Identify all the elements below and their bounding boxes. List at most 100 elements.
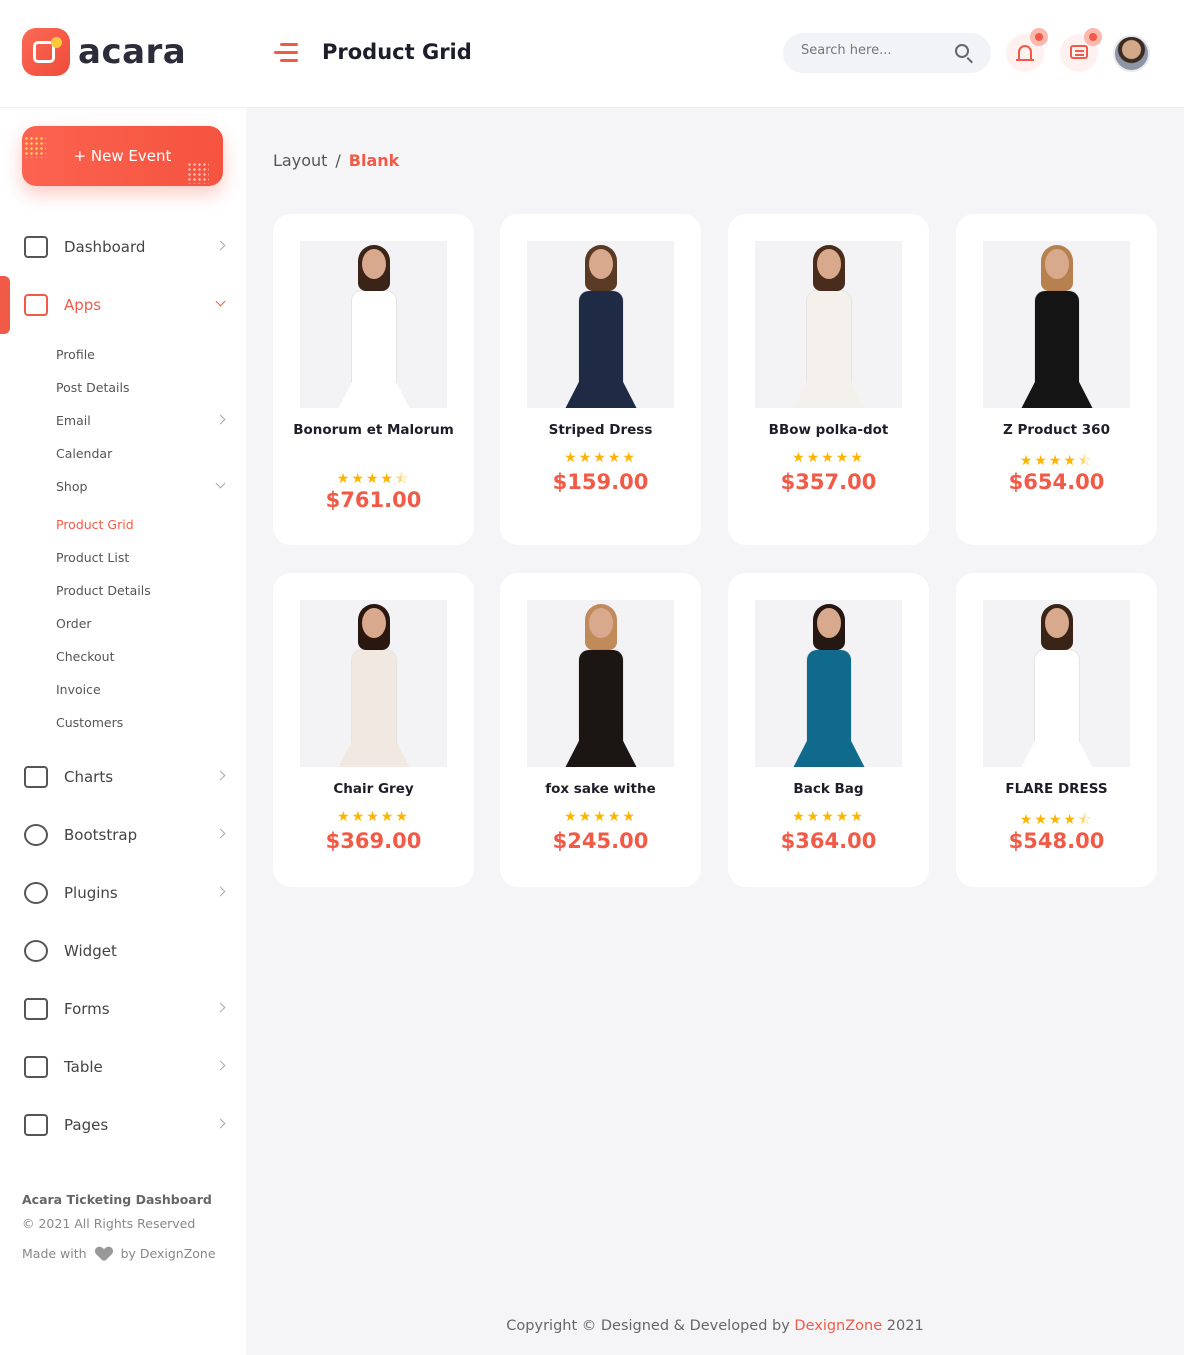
globe-icon: [24, 824, 48, 846]
sidebar-subitem-calendar[interactable]: Calendar: [56, 446, 228, 461]
menu-icon[interactable]: [274, 43, 298, 63]
search-input[interactable]: [801, 43, 941, 58]
made-with-prefix: Made with: [22, 1246, 87, 1261]
product-name[interactable]: Chair Grey: [283, 781, 464, 798]
chevron-right-icon: [215, 1060, 226, 1071]
product-card[interactable]: BBow polka-dot ★★★★★ $357.00: [728, 214, 929, 545]
product-name[interactable]: fox sake withe: [510, 781, 691, 798]
product-image[interactable]: [300, 241, 447, 408]
product-card[interactable]: fox sake withe ★★★★★ $245.00: [500, 573, 701, 887]
sidebar-subitem-label: Shop: [56, 479, 88, 494]
footer-brand-link[interactable]: DexignZone: [794, 1318, 882, 1334]
sidebar-item-plugins[interactable]: Plugins: [24, 878, 230, 908]
table-icon: [24, 1056, 48, 1078]
active-indicator: [0, 276, 10, 334]
product-price: $369.00: [325, 829, 422, 853]
chevron-right-icon: [215, 240, 226, 251]
product-price: $761.00: [325, 488, 422, 512]
rating-stars-full: ★★★★: [1019, 812, 1078, 828]
sidebar-subitem-customers[interactable]: Customers: [56, 715, 228, 730]
search-icon[interactable]: [955, 44, 969, 58]
chevron-right-icon: [215, 770, 226, 781]
product-image[interactable]: [527, 600, 674, 767]
monitor-icon: [24, 294, 48, 316]
sidebar-subitem-product-grid[interactable]: Product Grid: [56, 517, 228, 532]
sidebar-item-charts[interactable]: Charts: [24, 762, 230, 792]
sidebar-subitem-profile[interactable]: Profile: [56, 347, 228, 362]
sidebar-subitem-email[interactable]: Email: [56, 413, 228, 428]
chevron-right-icon: [215, 414, 226, 425]
page-title: Product Grid: [322, 40, 472, 64]
rating-stars-full: ★★★★★: [564, 809, 637, 825]
product-card[interactable]: Z Product 360 ★★★★⯪ $654.00: [956, 214, 1157, 545]
user-avatar[interactable]: [1113, 35, 1150, 72]
sidebar-subitem-product-details[interactable]: Product Details: [56, 583, 228, 598]
product-card[interactable]: FLARE DRESS ★★★★⯪ $548.00: [956, 573, 1157, 887]
product-name[interactable]: FLARE DRESS: [966, 781, 1147, 798]
sidebar-item-widget[interactable]: Widget: [24, 936, 230, 966]
sidebar-subitem-order[interactable]: Order: [56, 616, 228, 631]
sidebar-footer-title: Acara Ticketing Dashboard: [22, 1192, 212, 1207]
sidebar-item-table[interactable]: Table: [24, 1052, 230, 1082]
sidebar-subitem-label: Email: [56, 413, 91, 428]
rating-stars-full: ★★★★: [1019, 453, 1078, 469]
product-name[interactable]: Striped Dress: [510, 422, 691, 439]
product-name[interactable]: Back Bag: [738, 781, 919, 798]
sidebar-item-dashboard[interactable]: Dashboard: [24, 232, 230, 262]
sidebar-item-label: Dashboard: [64, 238, 146, 256]
sidebar-item-forms[interactable]: Forms: [24, 994, 230, 1024]
logo[interactable]: acara: [22, 28, 186, 76]
messages-button[interactable]: [1060, 28, 1102, 72]
product-card[interactable]: Bonorum et Malorum ★★★★⯪ $761.00: [273, 214, 474, 545]
sidebar-subitem-product-list[interactable]: Product List: [56, 550, 228, 565]
sidebar-subitem-invoice[interactable]: Invoice: [56, 682, 228, 697]
rating-star-half: ⯪: [1077, 453, 1094, 469]
product-card[interactable]: Back Bag ★★★★★ $364.00: [728, 573, 929, 887]
product-image[interactable]: [527, 241, 674, 408]
breadcrumb-separator: /: [335, 151, 341, 170]
sidebar-item-label: Plugins: [64, 884, 118, 902]
rating-stars-full: ★★★★: [336, 471, 395, 487]
product-image[interactable]: [755, 241, 902, 408]
rating-stars-full: ★★★★★: [564, 450, 637, 466]
chevron-right-icon: [215, 1002, 226, 1013]
sidebar-item-label: Table: [64, 1058, 103, 1076]
breadcrumb-parent[interactable]: Layout: [273, 151, 327, 170]
new-event-button[interactable]: + New Event: [22, 126, 223, 186]
product-card[interactable]: Striped Dress ★★★★★ $159.00: [500, 214, 701, 545]
product-image[interactable]: [983, 241, 1130, 408]
product-name[interactable]: Z Product 360: [966, 422, 1147, 439]
sidebar-subitem-shop[interactable]: Shop: [56, 478, 228, 494]
product-name[interactable]: Bonorum et Malorum: [283, 422, 464, 439]
message-badge: [1084, 28, 1102, 46]
sidebar-subitem-checkout[interactable]: Checkout: [56, 649, 228, 664]
product-image[interactable]: [300, 600, 447, 767]
chevron-right-icon: [215, 886, 226, 897]
layers-icon: [24, 1114, 48, 1136]
notifications-button[interactable]: [1006, 28, 1048, 72]
product-price: $159.00: [552, 470, 649, 494]
sidebar-item-pages[interactable]: Pages: [24, 1110, 230, 1140]
product-price: $357.00: [780, 470, 877, 494]
rating-stars-full: ★★★★★: [337, 809, 410, 825]
footer-prefix: Copyright © Designed & Developed by: [506, 1318, 795, 1334]
heart-icon: [24, 882, 48, 904]
notification-badge: [1030, 28, 1048, 46]
logo-text: acara: [78, 32, 187, 72]
product-image[interactable]: [983, 600, 1130, 767]
logo-calendar-icon: [22, 28, 70, 76]
sidebar-item-apps[interactable]: Apps: [24, 290, 230, 320]
new-event-label: + New Event: [73, 147, 172, 165]
product-card[interactable]: Chair Grey ★★★★★ $369.00: [273, 573, 474, 887]
breadcrumb-current: Blank: [348, 151, 400, 170]
rating-star-half: ⯪: [1077, 812, 1094, 828]
sidebar-item-label: Charts: [64, 768, 114, 786]
sidebar-subitem-post-details[interactable]: Post Details: [56, 380, 228, 395]
decor-dots: [187, 162, 209, 184]
product-name[interactable]: BBow polka-dot: [738, 422, 919, 439]
bell-icon: [1016, 45, 1034, 61]
product-image[interactable]: [755, 600, 902, 767]
chevron-right-icon: [215, 1118, 226, 1129]
sidebar-item-bootstrap[interactable]: Bootstrap: [24, 820, 230, 850]
search-box: [783, 33, 991, 73]
